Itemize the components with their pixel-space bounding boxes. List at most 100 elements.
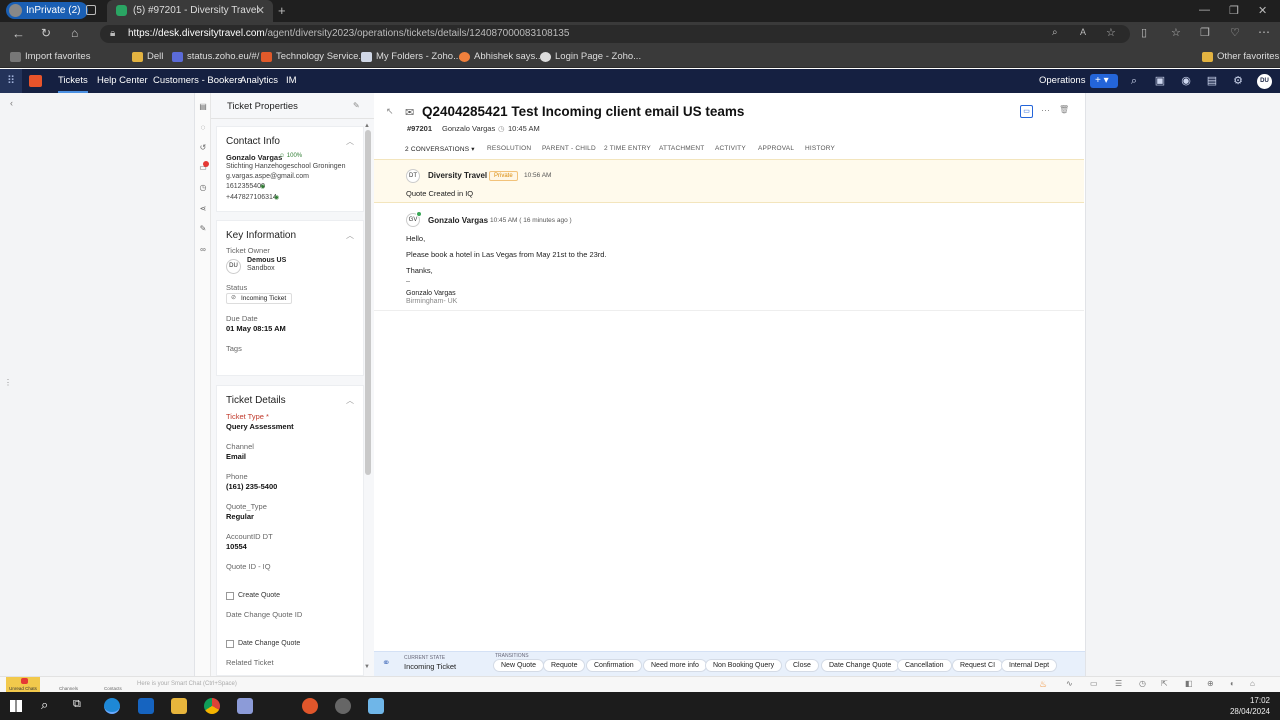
transition-need-more-info[interactable]: Need more info	[643, 659, 707, 672]
more-actions-icon[interactable]: ⋯	[1041, 105, 1050, 116]
ticket-number[interactable]: #97201	[407, 124, 432, 133]
nav-im[interactable]: IM	[286, 69, 297, 93]
favorite-login[interactable]: Login Page - Zoho...	[540, 50, 641, 64]
ticket-type-value[interactable]: Query Assessment	[226, 422, 294, 431]
nav-help-center[interactable]: Help Center	[97, 69, 148, 93]
reply-icon[interactable]: ▭	[1020, 105, 1033, 118]
channel-value[interactable]: Email	[226, 452, 246, 461]
scroll-down-icon[interactable]: ▼	[364, 664, 370, 670]
edit-properties-icon[interactable]: ✎	[353, 101, 360, 110]
read-aloud-icon[interactable]: A	[1080, 27, 1086, 37]
back-to-list-icon[interactable]: ↖	[386, 106, 394, 117]
edge-icon[interactable]	[104, 698, 120, 714]
back-icon[interactable]: ←	[12, 26, 25, 41]
search-icon[interactable]: ⌕	[41, 697, 48, 713]
keyboard-icon[interactable]: ▭	[1090, 679, 1098, 688]
smart-chat-input[interactable]: Here is your Smart Chat (Ctrl+Space)	[137, 681, 237, 687]
favorite-import[interactable]: Import favorites	[10, 50, 90, 64]
system-clock[interactable]: 17:02 28/04/2024	[1230, 695, 1270, 717]
transition-non-booking-query[interactable]: Non Booking Query	[705, 659, 783, 672]
minimize-icon[interactable]: —	[1199, 4, 1210, 16]
settings-icon[interactable]: ⌂	[1250, 679, 1255, 688]
url-input[interactable]: 🔒︎ https://desk.diversitytravel.com/agen…	[100, 25, 1130, 43]
favorite-folders[interactable]: My Folders - Zoho...	[361, 50, 461, 64]
browser-tab[interactable]: (5) #97201 - Diversity Travel ✕	[107, 0, 273, 22]
tab-approval[interactable]: APPROVAL	[758, 145, 794, 152]
split-screen-icon[interactable]: ▯	[1141, 26, 1147, 39]
transition-requote[interactable]: Requote	[543, 659, 586, 672]
inprivate-badge[interactable]: InPrivate (2)	[6, 2, 89, 19]
transition-confirmation[interactable]: Confirmation	[586, 659, 642, 672]
file-explorer-icon[interactable]	[171, 698, 187, 714]
collections-icon[interactable]: ❐	[1200, 26, 1210, 39]
add-button[interactable]: + ▾	[1090, 74, 1118, 88]
share-icon[interactable]: ⋖	[198, 204, 208, 214]
app-icon[interactable]	[302, 698, 318, 714]
tab-history[interactable]: HISTORY	[805, 145, 835, 152]
favorite-dell[interactable]: Dell	[132, 50, 163, 64]
notifications-icon[interactable]: ▣	[1153, 74, 1167, 88]
tab-parent-child[interactable]: PARENT - CHILD	[542, 145, 596, 152]
close-window-icon[interactable]: ✕	[1258, 4, 1267, 17]
scroll-up-icon[interactable]: ▲	[364, 123, 370, 129]
tab-time-entry[interactable]: 2 TIME ENTRY	[604, 145, 651, 152]
apps-grid-icon[interactable]: ⠿	[0, 69, 22, 93]
whatsapp-icon[interactable]: ◉	[260, 183, 265, 190]
teams-icon[interactable]	[237, 698, 253, 714]
search-icon[interactable]: ⌕	[1127, 74, 1141, 88]
date-change-quote-checkbox[interactable]	[226, 640, 234, 648]
wrench-icon[interactable]: ✎	[198, 224, 208, 234]
list-icon[interactable]: ☰	[1115, 679, 1122, 688]
transition-cancellation[interactable]: Cancellation	[897, 659, 952, 672]
game-icon[interactable]: ◉	[1179, 74, 1193, 88]
favorite-abhishek[interactable]: Abhishek says...	[459, 50, 543, 64]
tab-close-icon[interactable]: ✕	[256, 0, 265, 22]
refresh-icon[interactable]: ↻	[41, 26, 51, 40]
ticket-details-header[interactable]: Ticket Details	[217, 386, 363, 408]
contact-icon[interactable]: ◌	[198, 123, 208, 133]
transition-close[interactable]: Close	[785, 659, 819, 672]
zoom-icon[interactable]: ⌕	[1052, 27, 1058, 38]
owner-name[interactable]: Demous US	[247, 257, 286, 264]
favorite-star-icon[interactable]: ☆	[1106, 26, 1116, 39]
transition-date-change-quote[interactable]: Date Change Quote	[821, 659, 900, 672]
collapse-icon[interactable]: ︿	[346, 230, 354, 241]
history-icon[interactable]: ↺	[198, 143, 208, 153]
windows-start-icon[interactable]	[10, 700, 22, 712]
task-view-icon[interactable]: ⧉	[73, 698, 81, 711]
link-icon[interactable]: ∞	[198, 245, 208, 255]
phone-value[interactable]: (161) 235-5400	[226, 482, 277, 491]
clock-icon[interactable]: ◷	[198, 183, 208, 193]
nav-customers[interactable]: Customers - Bookers	[153, 69, 242, 93]
resize-handle[interactable]: ⋮	[4, 378, 12, 387]
due-date-value[interactable]: 01 May 08:15 AM	[226, 324, 286, 333]
contact-mobile[interactable]: +447827106314	[226, 194, 277, 201]
contacts[interactable]: Contacts	[104, 686, 122, 691]
favorite-technology[interactable]: Technology Service...	[261, 50, 366, 64]
settings-gear-icon[interactable]: ⚙	[1231, 74, 1245, 88]
extensions-icon[interactable]: ♡	[1230, 26, 1240, 39]
nav-tickets[interactable]: Tickets	[58, 69, 88, 93]
tab-attachment[interactable]: ATTACHMENT	[659, 145, 704, 152]
note-author[interactable]: Diversity Travel	[428, 171, 487, 180]
clock-icon[interactable]: ◷	[1139, 679, 1146, 688]
globe-icon[interactable]: ⊕	[1207, 679, 1214, 688]
marketplace-icon[interactable]: ▤	[1205, 74, 1219, 88]
new-tab-icon[interactable]: +	[278, 3, 286, 18]
star-icon[interactable]: ◐	[1230, 679, 1235, 688]
properties-scrollbar[interactable]	[365, 130, 371, 475]
more-icon[interactable]: ⋯	[1258, 25, 1270, 39]
properties-icon[interactable]: ▤	[198, 102, 208, 112]
collapse-left-icon[interactable]: ‹	[10, 98, 13, 108]
outlook-icon[interactable]	[138, 698, 154, 714]
nav-analytics[interactable]: Analytics	[240, 69, 278, 93]
notes-icon[interactable]	[368, 698, 384, 714]
ticket-contact[interactable]: Gonzalo Vargas	[442, 124, 495, 133]
transition-internal-dept[interactable]: Internal Dept	[1001, 659, 1058, 672]
chrome-icon[interactable]	[204, 698, 220, 714]
favorites-icon[interactable]: ☆	[1171, 26, 1181, 39]
tab-activity[interactable]: ACTIVITY	[715, 145, 746, 152]
contact-info-header[interactable]: Contact Info	[217, 127, 363, 149]
department-selector[interactable]: Operations	[1039, 69, 1085, 93]
fire-icon[interactable]: ♨	[1039, 679, 1047, 690]
